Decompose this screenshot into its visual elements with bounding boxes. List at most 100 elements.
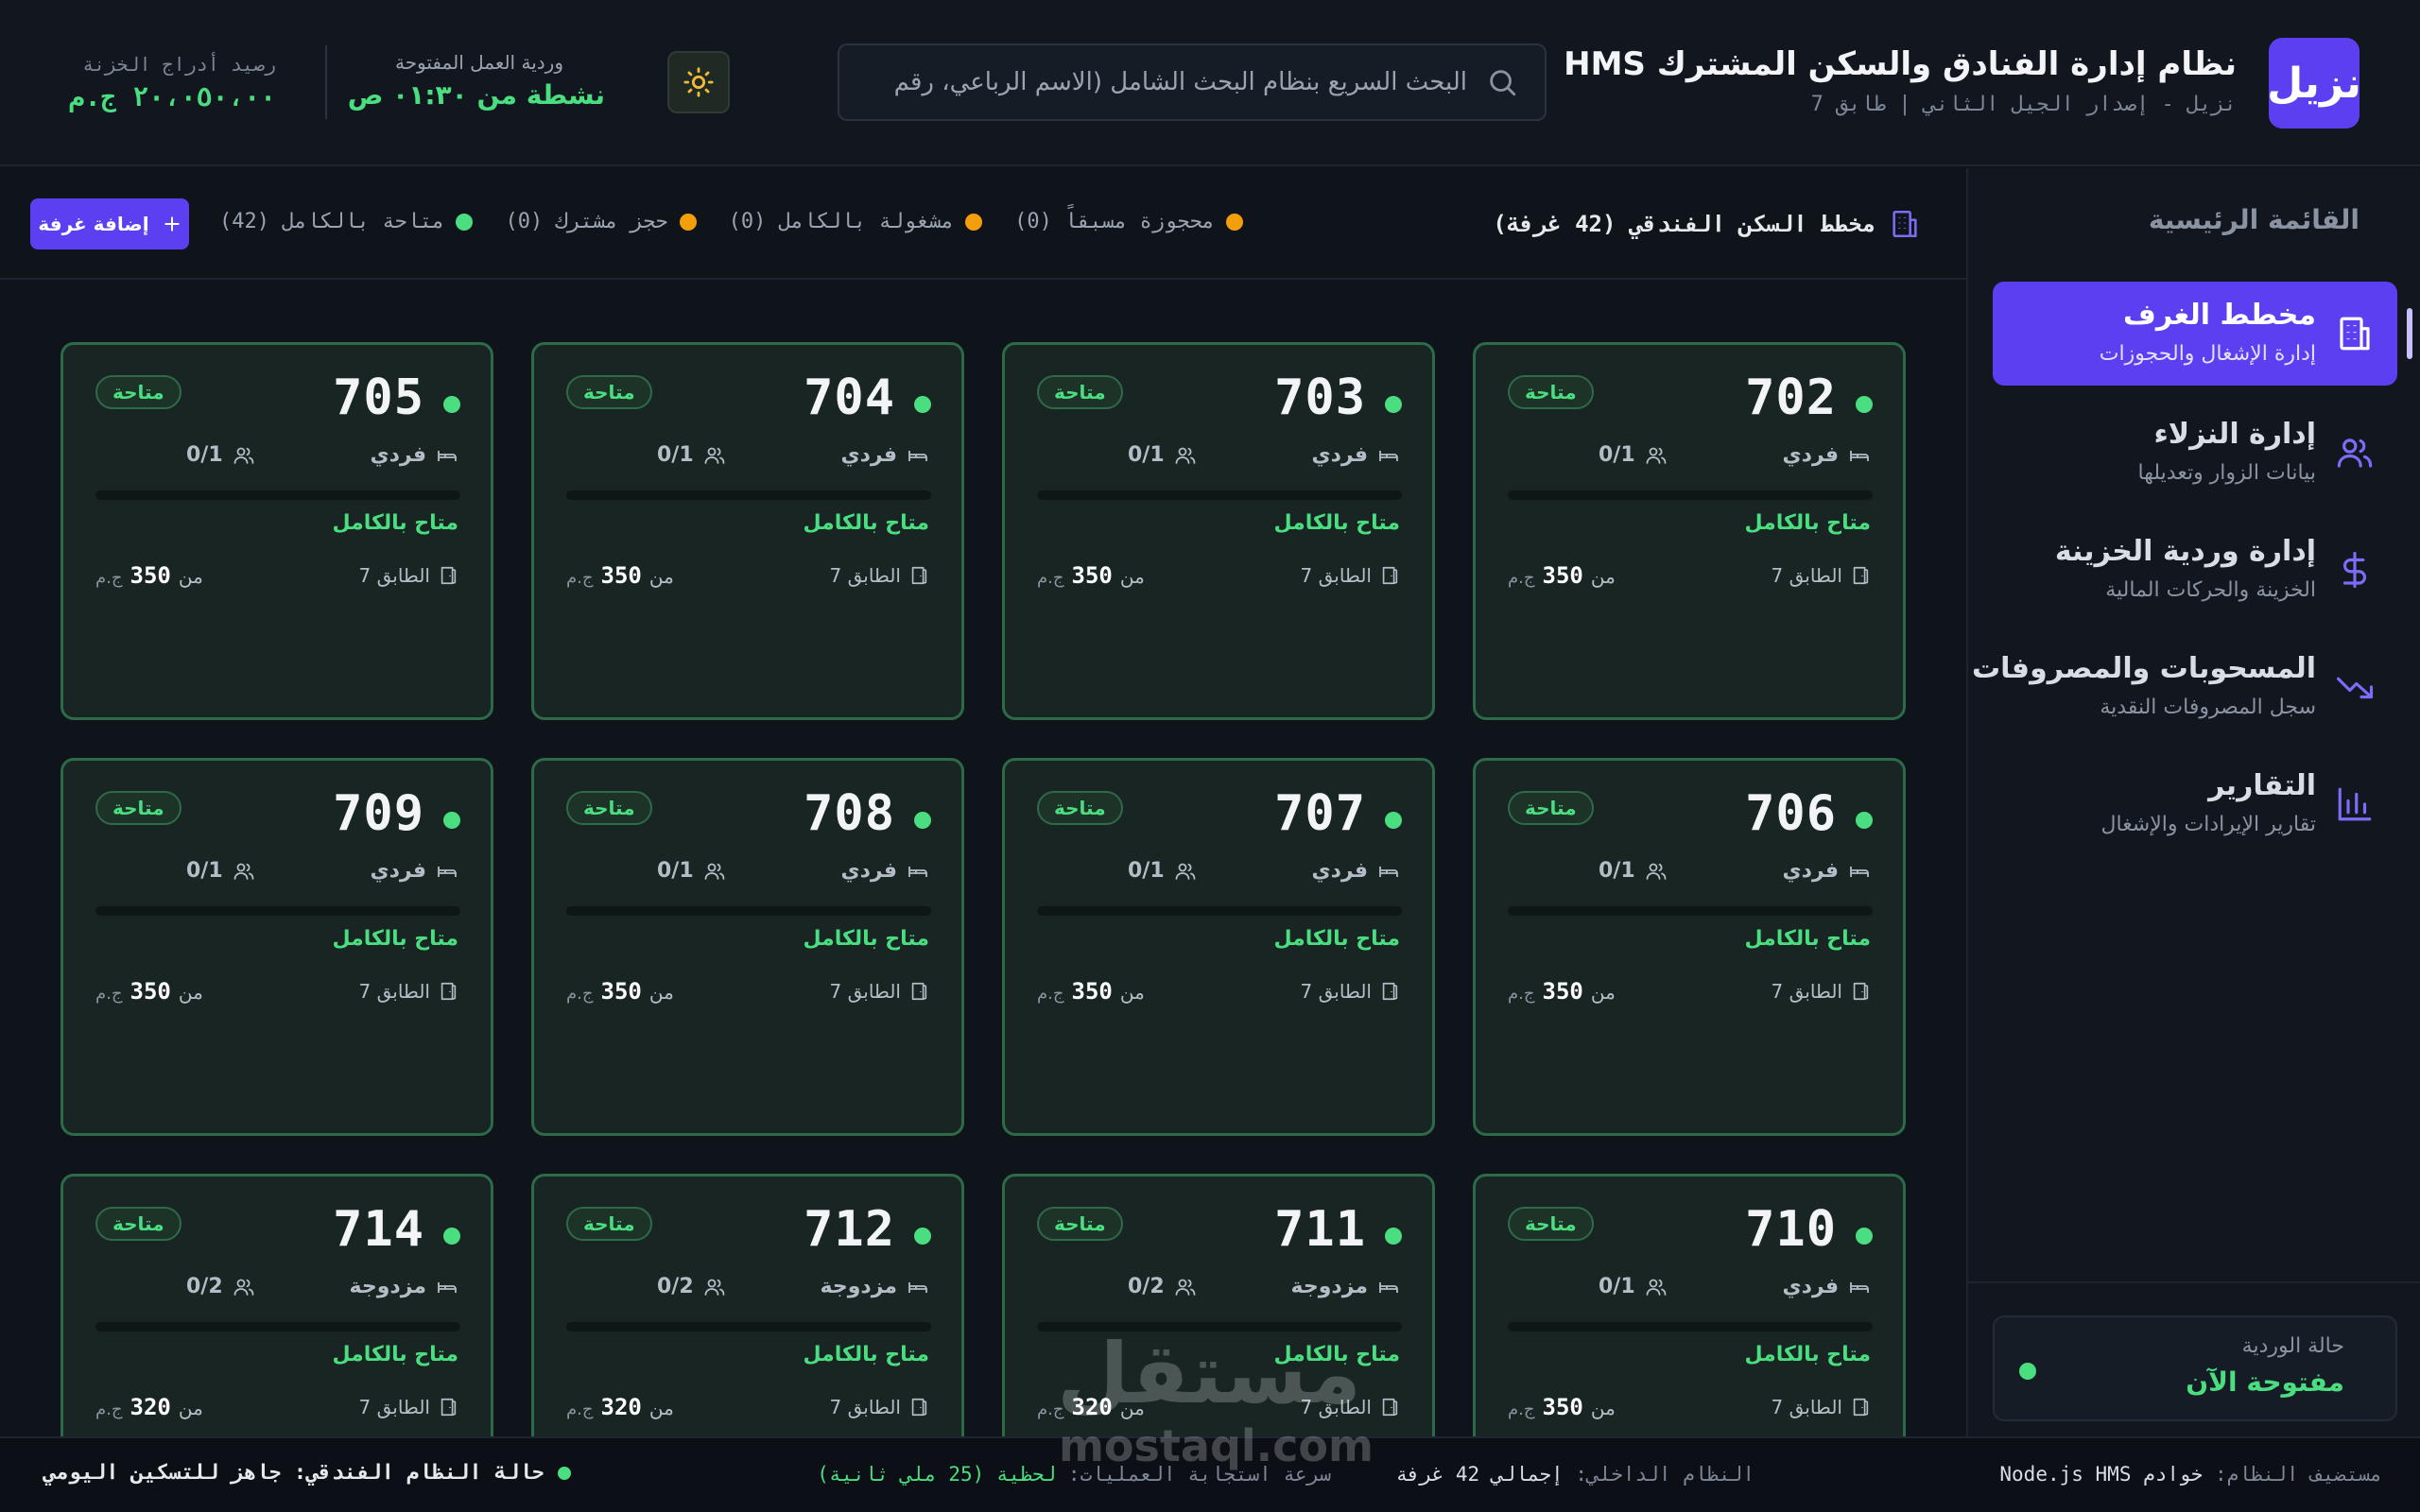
room-type-label: فردي [1782,443,1839,467]
room-type: فردي [840,443,929,467]
footer-server: مستضيف النظام: خوادم Node.js HMS [1999,1463,2382,1486]
room-availability: متاح بالكامل [1273,1343,1400,1366]
room-occupancy: 0/1 [186,859,255,883]
room-status-dot [443,812,460,829]
room-status-dot [914,1228,931,1245]
legend-item-available[interactable]: متاحة بالكامل (42) [219,210,474,233]
app-logo[interactable]: نزيل [2267,38,2361,129]
search-icon [1486,66,1518,98]
room-card[interactable]: 709 متاحة فردي 0/1 متاح بالكامل الطابق 7 من 350… [60,758,493,1136]
occupancy-bar [1508,490,1873,500]
door-icon [1379,981,1400,1002]
price-value: 350 [600,562,642,589]
footer-system-status: حالة النظام الفندقي: جاهز للتسكين اليومي [43,1461,571,1485]
room-price: من 350 ج.م [1508,562,1616,589]
room-number: 712 [804,1201,895,1258]
room-status-dot [1385,396,1402,413]
users-icon [233,860,255,883]
occupancy-bar [1037,906,1402,916]
users-icon [1174,444,1197,467]
room-number: 714 [333,1201,424,1258]
room-price: من 320 ج.م [95,1394,203,1420]
room-occupancy-value: 0/1 [1599,443,1635,467]
layout-title: مخطط السكن الفندقي (42 غرفة) [1493,208,1921,240]
room-status-dot [443,1228,460,1245]
room-card[interactable]: 711 متاحة مزدوجة 0/2 متاح بالكامل الطابق 7 من 3… [1002,1174,1435,1436]
room-status-dot [1385,812,1402,829]
room-availability: متاح بالكامل [803,511,929,535]
room-type: فردي [1782,1275,1871,1298]
sidebar-item-treasury-shift[interactable]: إدارة وردية الخزينة الخزينة والحركات الم… [1993,518,2397,622]
room-number: 703 [1274,369,1366,426]
room-card[interactable]: 712 متاحة مزدوجة 0/2 متاح بالكامل الطابق 7 من 3… [531,1174,964,1436]
room-card[interactable]: 710 متاحة فردي 0/1 متاح بالكامل الطابق 7 من 350… [1473,1174,1906,1436]
sidebar-item-reports[interactable]: التقارير تقارير الإيرادات والإشغال [1993,752,2397,856]
sidebar-item-title: إدارة وردية الخزينة [2054,535,2316,568]
room-card[interactable]: 714 متاحة مزدوجة 0/2 متاح بالكامل الطابق 7 من 3… [60,1174,493,1436]
room-card[interactable]: 703 متاحة فردي 0/1 متاح بالكامل الطابق 7 من 350… [1002,342,1435,720]
users-icon [1174,860,1197,883]
room-floor: الطابق 7 [1301,1396,1401,1418]
room-status-dot [1856,812,1873,829]
legend-item-shared[interactable]: حجز مشترك (0) [505,210,697,233]
room-type: فردي [1311,443,1400,467]
occupancy-bar [566,1322,931,1332]
price-value: 350 [600,978,642,1005]
price-prefix: من [1590,981,1616,1004]
sidebar-item-expenses[interactable]: المسحوبات والمصروفات سجل المصروفات النقد… [1972,635,2397,739]
room-card[interactable]: 707 متاحة فردي 0/1 متاح بالكامل الطابق 7 من 350… [1002,758,1435,1136]
add-room-button[interactable]: إضافة غرفة [30,198,189,249]
room-floor-label: الطابق 7 [829,980,902,1003]
room-card[interactable]: 706 متاحة فردي 0/1 متاح بالكامل الطابق 7 من 350… [1473,758,1906,1136]
room-floor: الطابق 7 [830,564,930,587]
room-card[interactable]: 704 متاحة فردي 0/1 متاح بالكامل الطابق 7 من 350… [531,342,964,720]
bed-icon [436,444,458,467]
search-input[interactable] [866,68,1467,96]
sidebar: القائمة الرئيسية مخطط الغرف إدارة الإشغا… [1966,168,2420,1436]
legend-label: حجز مشترك (0) [505,210,668,233]
door-icon [1379,565,1400,586]
door-icon [908,981,929,1002]
hotel-icon [1889,208,1921,240]
footer-server-label: مستضيف النظام: [2214,1463,2382,1486]
global-search[interactable] [838,43,1547,121]
room-type-label: فردي [1782,859,1839,883]
room-status-badge: متاحة [1037,1207,1123,1241]
room-card[interactable]: 702 متاحة فردي 0/1 متاح بالكامل الطابق 7 من 350… [1473,342,1906,720]
legend-dot [1226,213,1243,231]
bed-icon [1377,444,1400,467]
shift-label: وردية العمل المفتوحة [394,51,563,74]
legend-label: محجوزة مسبقاً (0) [1014,210,1215,233]
room-type: مزدوجة [1291,1275,1400,1298]
legend-item-occupied[interactable]: مشغولة بالكامل (0) [728,210,983,233]
legend-item-reserved[interactable]: محجوزة مسبقاً (0) [1014,210,1243,233]
occupancy-bar [95,906,460,916]
occupancy-bar [95,1322,460,1332]
price-currency: ج.م [1508,984,1535,1004]
room-availability: متاح بالكامل [803,1343,929,1366]
room-floor-label: الطابق 7 [358,1396,431,1418]
room-status-badge: متاحة [95,1207,182,1241]
sidebar-item-rooms-layout[interactable]: مخطط الغرف إدارة الإشغال والحجوزات [1993,282,2412,386]
price-currency: ج.م [1508,1400,1535,1419]
shift-status: نشطة من ٠١:٣٠ ص [348,79,616,111]
room-floor: الطابق 7 [830,1396,930,1418]
room-card[interactable]: 708 متاحة فردي 0/1 متاح بالكامل الطابق 7 من 350… [531,758,964,1136]
room-price: من 350 ج.م [95,562,203,589]
bed-icon [436,860,458,883]
occupancy-bar [1037,490,1402,500]
room-status-badge: متاحة [1037,791,1123,825]
room-price: من 350 ج.م [1508,1394,1616,1420]
sidebar-item-title: إدارة النزلاء [2153,418,2316,451]
sidebar-item-guests[interactable]: إدارة النزلاء بيانات الزوار وتعديلها [1993,401,2397,505]
legend-dot [456,213,474,231]
theme-toggle-button[interactable] [667,51,730,113]
legend-label: مشغولة بالكامل (0) [728,210,955,233]
room-card[interactable]: 705 متاحة فردي 0/1 متاح بالكامل الطابق 7 من 350… [60,342,493,720]
status-footer: مستضيف النظام: خوادم Node.js HMS النظام … [0,1436,2420,1512]
footer-speed-value: لحظية (25 ملي ثانية) [817,1463,1057,1486]
room-status-badge: متاحة [1508,1207,1594,1241]
room-type-label: فردي [370,443,426,467]
bed-icon [1377,860,1400,883]
price-value: 350 [1071,978,1113,1005]
